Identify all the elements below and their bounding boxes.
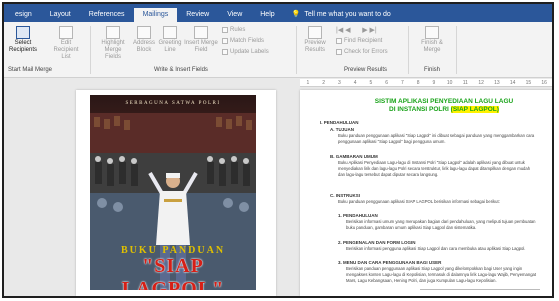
ruler-tick: 9 <box>432 80 436 86</box>
ruler-tick: 12 <box>478 80 484 86</box>
footer-divider <box>420 289 540 290</box>
group-separator <box>408 26 409 74</box>
match-fields-icon <box>222 38 228 44</box>
tell-me-box[interactable]: 💡 Tell me what you want to do <box>284 8 391 22</box>
start-mail-merge-group-label: Start Mail Merge <box>8 67 53 73</box>
word-window: esign Layout References Mailings Review … <box>2 2 554 298</box>
highlight-merge-fields-button[interactable]: Highlight Merge Fields <box>96 26 130 61</box>
preview-results-group-label: Preview Results <box>344 67 388 73</box>
tab-review[interactable]: Review <box>177 8 218 22</box>
group-separator <box>296 26 297 74</box>
finish-merge-button[interactable]: Finish & Merge <box>416 26 448 54</box>
subsection-heading: A. TUJUAN <box>330 127 355 132</box>
tab-view[interactable]: View <box>218 8 251 22</box>
document-page-content[interactable]: SISTIM APLIKASI PENYEDIAAN LAGU LAGU DI … <box>300 90 552 296</box>
tab-mailings[interactable]: Mailings <box>133 8 178 22</box>
ruler-tick: 2 <box>322 80 326 86</box>
ruler-tick: 3 <box>337 80 341 86</box>
ruler-tick: 10 <box>446 80 453 86</box>
preview-results-button[interactable]: Preview Results <box>302 26 328 54</box>
tell-me-text: Tell me what you want to do <box>304 11 391 18</box>
insert-merge-field-button[interactable]: Insert Merge Field <box>184 26 218 54</box>
finish-group-label: Finish <box>424 67 441 73</box>
update-labels-button[interactable]: Update Labels <box>222 49 269 55</box>
tab-layout[interactable]: Layout <box>41 8 80 22</box>
address-block-icon <box>137 26 151 39</box>
doc-title-line2-text: DI INSTANSI POLRI <box>389 106 449 113</box>
subsection-heading: C. INSTRUKSI <box>330 193 361 198</box>
list-item-text: Berisikan panduan penggunaan aplikasi Si… <box>346 266 537 283</box>
lightbulb-icon: 💡 <box>291 11 301 18</box>
edit-list-icon <box>59 26 73 39</box>
greeting-line-button[interactable]: Greeting Line <box>158 26 182 54</box>
address-block-button[interactable]: Address Block <box>132 26 156 54</box>
list-item-heading: 2. PENGENALAN DAN FORM LOGIN <box>338 240 416 245</box>
list-item-text: Berisikan informasi pengguna aplikasi Si… <box>346 246 526 251</box>
match-fields-button[interactable]: Match Fields <box>222 38 264 44</box>
ribbon-mailings: Select Recipients Edit Recipient List St… <box>4 22 552 78</box>
list-item-text: Berisikan informasi umum yang merupakan … <box>346 219 536 230</box>
doc-title-line1: SISTIM APLIKASI PENYEDIAAN LAGU LAGU <box>374 98 514 105</box>
check-errors-button[interactable]: Check for Errors <box>336 49 388 55</box>
tab-help[interactable]: Help <box>251 8 283 22</box>
ruler-tick: 15 <box>525 80 532 86</box>
paragraph: Buku panduan penggunaan aplikasi "Siap L… <box>338 133 535 144</box>
tab-design[interactable]: esign <box>6 8 41 22</box>
ruler-tick: 16 <box>541 80 547 86</box>
finish-merge-icon <box>425 26 439 39</box>
tab-references[interactable]: References <box>80 8 134 22</box>
write-insert-group-label: Write & Insert Fields <box>154 67 208 73</box>
horizontal-ruler[interactable]: 1 2 3 4 5 6 7 8 9 10 11 12 13 14 15 16 <box>300 79 552 87</box>
find-recipient-button[interactable]: Find Recipient <box>336 38 382 44</box>
ribbon-tab-bar: esign Layout References Mailings Review … <box>4 4 552 22</box>
rules-button[interactable]: Rules <box>222 27 245 33</box>
update-labels-icon <box>222 49 228 55</box>
preview-icon <box>308 26 322 39</box>
section-heading: I. PENDAHULUAN <box>320 120 359 125</box>
find-icon <box>336 38 342 44</box>
document-page-cover[interactable]: SERBAGUNA SATWA POLRI BUKU PANDUAN "SIAP… <box>76 90 276 296</box>
record-navigation[interactable]: |◀ ◀ ▶ ▶| <box>336 26 377 34</box>
select-recipients-button[interactable]: Select Recipients <box>9 26 37 54</box>
check-errors-icon <box>336 49 342 55</box>
rules-icon <box>222 27 228 33</box>
doc-title-highlight: (SIAP LAGPOL) <box>450 106 499 113</box>
ruler-tick: 11 <box>462 80 468 86</box>
doc-title-line2: DI INSTANSI POLRI (SIAP LAGPOL) <box>344 106 544 113</box>
list-item-heading: 3. MENU DAN CARA PENGGUNAAN BAGI USER <box>338 260 442 265</box>
paragraph: Buku Aplikasi Penyediaan Lagu-lagu di In… <box>338 160 531 177</box>
ruler-tick: 6 <box>385 80 389 86</box>
paragraph: Buku panduan penggunaan aplikasi SIAP LA… <box>338 199 500 204</box>
ruler-tick: 5 <box>369 80 373 86</box>
edit-recipient-list-button[interactable]: Edit Recipient List <box>50 26 82 61</box>
ruler-tick: 4 <box>353 80 357 86</box>
recipients-icon <box>16 26 30 39</box>
subsection-heading: B. GAMBARAN UMUM <box>330 154 378 159</box>
highlight-icon <box>106 26 120 39</box>
insert-field-icon <box>194 26 208 39</box>
group-separator <box>90 26 91 74</box>
cover-image: SERBAGUNA SATWA POLRI BUKU PANDUAN "SIAP… <box>90 95 256 290</box>
greeting-line-icon <box>163 26 177 39</box>
group-separator <box>456 26 457 74</box>
ruler-tick: 7 <box>400 80 404 86</box>
ruler-tick: 13 <box>494 80 500 86</box>
ruler-tick: 1 <box>306 80 310 86</box>
cover-title: "SIAP LAGPOL" <box>121 255 225 290</box>
ruler-tick: 8 <box>416 80 420 86</box>
list-item-heading: 1. PENDAHULUAN <box>338 213 378 218</box>
ruler-tick: 14 <box>509 80 516 86</box>
